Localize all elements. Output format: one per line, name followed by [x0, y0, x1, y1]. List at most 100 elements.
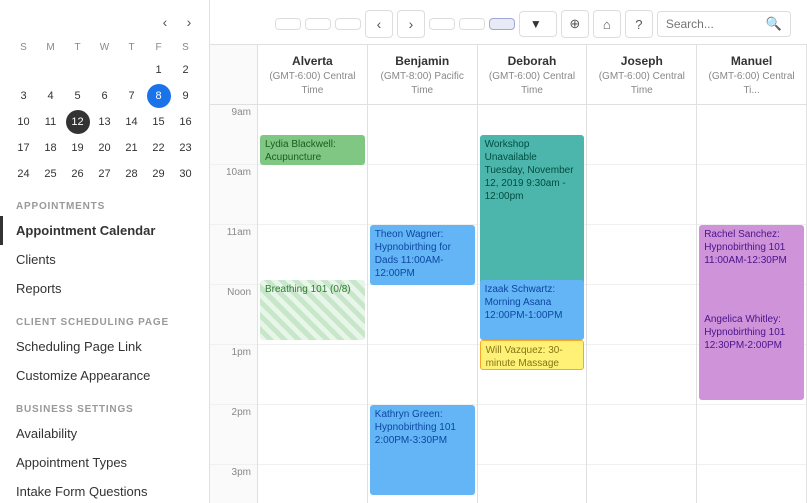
mini-cal-cell[interactable]: 21	[120, 136, 144, 160]
person-tz: (GMT-6:00) Central Time	[482, 70, 583, 98]
event-block[interactable]: Angelica Whitley: Hypnobirthing 101 12:3…	[699, 310, 804, 400]
calendars-button[interactable]: ▼	[519, 11, 557, 37]
event-block[interactable]: Will Vazquez: 30-minute Massage 1:00PM-1…	[480, 340, 585, 370]
sidebar-link[interactable]: Scheduling Page Link	[0, 332, 209, 361]
cal-col: Theon Wagner: Hypnobirthing for Dads 11:…	[368, 105, 478, 503]
mini-cal-cell[interactable]: 24	[12, 162, 36, 186]
toolbar: ‹ › ▼ ⊕ ⌂ ? 🔍	[275, 10, 791, 38]
month-button[interactable]	[335, 18, 361, 30]
mini-cal-cell[interactable]: 23	[174, 136, 198, 160]
mini-cal-cell[interactable]: 13	[93, 110, 117, 134]
event-block[interactable]: Izaak Schwartz: Morning Asana 12:00PM-1:…	[480, 280, 585, 340]
sidebar-section-label: APPOINTMENTS	[0, 187, 209, 216]
hour-line	[587, 405, 696, 465]
mini-cal-cell[interactable]: 5	[66, 84, 90, 108]
help-button[interactable]: ?	[625, 10, 653, 38]
mini-cal-next[interactable]: ›	[179, 12, 199, 32]
sidebar-link[interactable]: Availability	[0, 419, 209, 448]
mini-cal-cell[interactable]: 8	[147, 84, 171, 108]
main-header: ‹ › ▼ ⊕ ⌂ ? 🔍	[210, 0, 807, 45]
mini-cal-cell[interactable]: 4	[39, 84, 63, 108]
cal-col-header: Manuel(GMT-6:00) Central Ti...	[697, 45, 807, 104]
zoom-in-button[interactable]: ⊕	[561, 10, 589, 38]
mini-cal-cell[interactable]: 9	[174, 84, 198, 108]
mini-cal-cell[interactable]: 16	[174, 110, 198, 134]
person-tz: (GMT-6:00) Central Time	[591, 70, 692, 98]
hour-line	[258, 405, 367, 465]
event-block[interactable]: Kathryn Green: Hypnobirthing 101 2:00PM-…	[370, 405, 475, 495]
cal-body: 9am10am11amNoon1pm2pm3pm Lydia Blackwell…	[210, 105, 807, 503]
mini-cal-cell	[93, 58, 117, 82]
mini-cal-cell	[120, 58, 144, 82]
week-button[interactable]	[305, 18, 331, 30]
mini-cal-cell[interactable]: 11	[39, 110, 63, 134]
mini-cal-cell[interactable]: 10	[12, 110, 36, 134]
time-label: 1pm	[210, 345, 257, 405]
mini-cal-cell[interactable]: 25	[39, 162, 63, 186]
mini-cal-prev[interactable]: ‹	[155, 12, 175, 32]
mini-cal-cell[interactable]: 28	[120, 162, 144, 186]
next-button[interactable]: ›	[397, 10, 425, 38]
search-box[interactable]: 🔍	[657, 11, 791, 37]
hour-line	[258, 345, 367, 405]
sidebar-link[interactable]: Clients	[0, 245, 209, 274]
event-block[interactable]: Breathing 101 (0/8)	[260, 280, 365, 340]
hour-line	[587, 165, 696, 225]
new-button[interactable]	[429, 18, 455, 30]
mini-cal-cell[interactable]: 2	[174, 58, 198, 82]
hour-line	[697, 105, 806, 165]
sidebar-link[interactable]: Appointment Calendar	[0, 216, 209, 245]
block-button[interactable]	[489, 18, 515, 30]
mini-cal-cell[interactable]: 15	[147, 110, 171, 134]
mini-cal-cell[interactable]: 6	[93, 84, 117, 108]
mini-cal-cell[interactable]: 27	[93, 162, 117, 186]
cal-header-row: Alverta(GMT-6:00) Central TimeBenjamin(G…	[210, 45, 807, 105]
hour-line	[478, 405, 587, 465]
event-block[interactable]: Workshop Unavailable Tuesday, November 1…	[480, 135, 585, 285]
day-label: S	[10, 40, 37, 55]
mini-cal-cell[interactable]: 1	[147, 58, 171, 82]
event-block[interactable]: Lydia Blackwell: Acupuncture 9:30AM-10:0…	[260, 135, 365, 165]
cal-col: Rachel Sanchez: Hypnobirthing 101 11:00A…	[697, 105, 807, 503]
sidebar-link[interactable]: Customize Appearance	[0, 361, 209, 390]
person-tz: (GMT-6:00) Central Time	[262, 70, 363, 98]
mini-cal-cell	[66, 58, 90, 82]
hour-line	[587, 285, 696, 345]
mini-cal-cell[interactable]: 30	[174, 162, 198, 186]
mini-cal-cell[interactable]: 26	[66, 162, 90, 186]
cal-col-header: Benjamin(GMT-8:00) Pacific Time	[368, 45, 478, 104]
cal-col: Workshop Unavailable Tuesday, November 1…	[478, 105, 588, 503]
sidebar-link[interactable]: Intake Form Questions	[0, 477, 209, 503]
prev-button[interactable]: ‹	[365, 10, 393, 38]
mini-cal-cell[interactable]: 19	[66, 136, 90, 160]
mini-cal-cell[interactable]: 7	[120, 84, 144, 108]
mini-cal-cell[interactable]: 17	[12, 136, 36, 160]
event-block[interactable]: Rachel Sanchez: Hypnobirthing 101 11:00A…	[699, 225, 804, 315]
mini-cal-cell[interactable]: 22	[147, 136, 171, 160]
today-button[interactable]	[275, 18, 301, 30]
day-label: W	[91, 40, 118, 55]
time-label: 9am	[210, 105, 257, 165]
person-name: Joseph	[591, 53, 692, 70]
cal-col: Lydia Blackwell: Acupuncture 9:30AM-10:0…	[258, 105, 368, 503]
event-block[interactable]: Theon Wagner: Hypnobirthing for Dads 11:…	[370, 225, 475, 285]
mini-cal-cell[interactable]: 18	[39, 136, 63, 160]
search-input[interactable]	[666, 17, 766, 31]
mini-cal-cell[interactable]: 29	[147, 162, 171, 186]
person-tz: (GMT-6:00) Central Ti...	[701, 70, 802, 98]
mini-cal-cell[interactable]: 12	[66, 110, 90, 134]
sidebar-link[interactable]: Reports	[0, 274, 209, 303]
mini-cal-cell[interactable]: 3	[12, 84, 36, 108]
hour-line	[697, 465, 806, 503]
day-label: M	[37, 40, 64, 55]
mini-cal-cell	[39, 58, 63, 82]
calendar-container: Alverta(GMT-6:00) Central TimeBenjamin(G…	[210, 45, 807, 503]
mini-cal-cell[interactable]: 14	[120, 110, 144, 134]
sidebar-link[interactable]: Appointment Types	[0, 448, 209, 477]
home-button[interactable]: ⌂	[593, 10, 621, 38]
cal-cols: Lydia Blackwell: Acupuncture 9:30AM-10:0…	[258, 105, 807, 503]
class-button[interactable]	[459, 18, 485, 30]
person-name: Alverta	[262, 53, 363, 70]
mini-cal-cell[interactable]: 20	[93, 136, 117, 160]
hour-line	[697, 165, 806, 225]
